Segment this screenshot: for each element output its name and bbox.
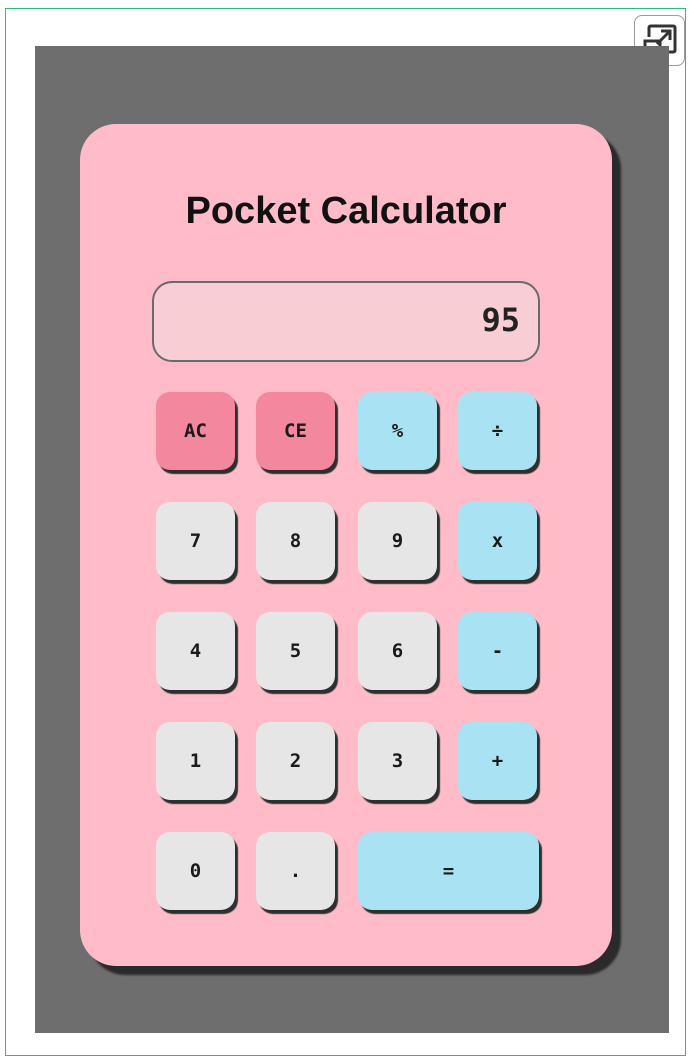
calculator-body: Pocket Calculator 95 AC CE % ÷ 7 8 9 x 4… [80,124,612,966]
digit-1-button[interactable]: 1 [156,722,235,800]
digit-2-button[interactable]: 2 [256,722,335,800]
decimal-point-button[interactable]: . [256,832,335,910]
digit-5-button[interactable]: 5 [256,612,335,690]
all-clear-button[interactable]: AC [156,392,235,470]
digit-0-button[interactable]: 0 [156,832,235,910]
digit-4-button[interactable]: 4 [156,612,235,690]
clear-entry-button[interactable]: CE [256,392,335,470]
multiply-button[interactable]: x [458,502,537,580]
subtract-button[interactable]: - [458,612,537,690]
digit-9-button[interactable]: 9 [358,502,437,580]
add-button[interactable]: + [458,722,537,800]
calculator-title: Pocket Calculator [185,190,507,232]
display-value: 95 [481,301,520,339]
divide-button[interactable]: ÷ [458,392,537,470]
calculator-display: 95 [152,281,540,362]
percent-button[interactable]: % [358,392,437,470]
equals-button[interactable]: = [358,832,539,910]
digit-6-button[interactable]: 6 [358,612,437,690]
digit-3-button[interactable]: 3 [358,722,437,800]
digit-8-button[interactable]: 8 [256,502,335,580]
digit-7-button[interactable]: 7 [156,502,235,580]
